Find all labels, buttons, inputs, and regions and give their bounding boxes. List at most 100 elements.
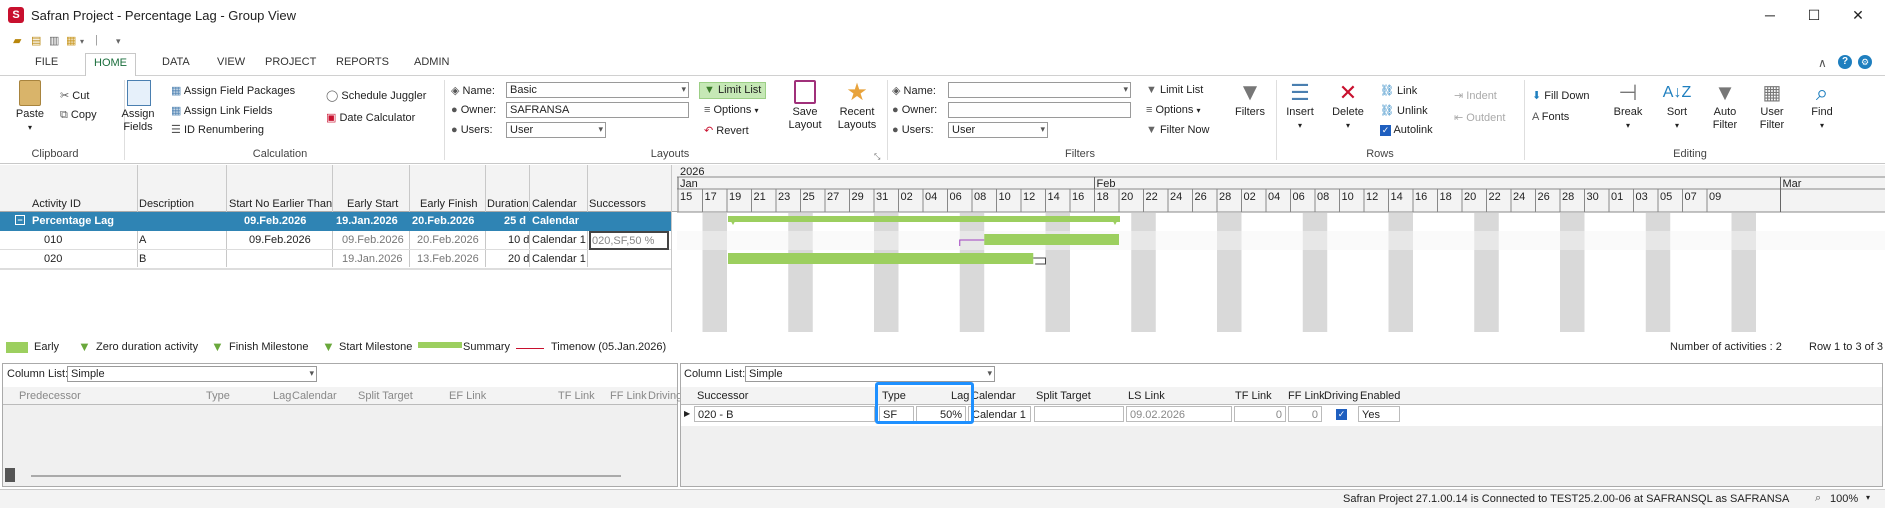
user-filter-button[interactable]: ▦ User Filter: [1752, 80, 1792, 132]
cell-calendar[interactable]: Calendar: [532, 215, 579, 227]
customize-qat-icon[interactable]: ▾: [116, 36, 121, 47]
assign-link-fields-button[interactable]: ▦ Assign Link Fields: [171, 104, 273, 117]
insert-button[interactable]: ☰ Insert ▾: [1280, 80, 1320, 132]
tab-file[interactable]: FILE: [35, 56, 58, 68]
succ-col-split-target[interactable]: Split Target: [1036, 390, 1091, 402]
driving-checkbox-checked-icon[interactable]: ✓: [1336, 409, 1347, 420]
col-activity-id[interactable]: Activity ID: [32, 198, 81, 210]
filter-limit-list-button[interactable]: ▼ Limit List: [1146, 84, 1203, 96]
succ-cell-ff-link[interactable]: 0: [1288, 406, 1322, 422]
col-calendar[interactable]: Calendar: [532, 198, 577, 210]
cell-duration[interactable]: 20 d: [508, 253, 529, 265]
cell-description[interactable]: A: [139, 234, 146, 246]
pred-scroll-thumb[interactable]: [5, 468, 15, 482]
succ-col-calendar[interactable]: Calendar: [971, 390, 1016, 402]
pred-col-predecessor[interactable]: Predecessor: [19, 390, 81, 402]
filter-users-select[interactable]: User ▾: [948, 122, 1048, 138]
outdent-button[interactable]: ⇤ Outdent: [1454, 111, 1505, 124]
cut-button[interactable]: ✂ Cut: [60, 89, 89, 102]
cell-duration[interactable]: 10 d: [508, 234, 529, 246]
filter-owner-field[interactable]: [948, 102, 1131, 118]
close-button[interactable]: ✕: [1844, 4, 1872, 26]
cell-activity-id[interactable]: 010: [44, 234, 62, 246]
cell-calendar[interactable]: Calendar 1: [532, 234, 586, 246]
unlink-button[interactable]: ⛓ Unlink: [1380, 104, 1428, 117]
find-button[interactable]: ⌕ Find ▾: [1802, 80, 1842, 132]
save-icon[interactable]: ▤: [31, 34, 41, 47]
col-early-finish[interactable]: Early Finish: [420, 198, 477, 210]
col-duration[interactable]: Duration: [487, 198, 529, 210]
filter-name-select[interactable]: ▾: [948, 82, 1131, 98]
tab-data[interactable]: DATA: [162, 56, 190, 68]
auto-filter-button[interactable]: ▼ Auto Filter: [1705, 80, 1745, 132]
zoom-dropdown-icon[interactable]: ▾: [1866, 493, 1870, 502]
cell-snet[interactable]: 09.Feb.2026: [244, 215, 306, 227]
autolink-checkbox[interactable]: ✓ Autolink: [1380, 124, 1433, 136]
table-row[interactable]: ▶ 020 - B SF 50% Calendar 1 09.02.2026 0…: [681, 406, 1411, 424]
export-icon[interactable]: ▦: [66, 34, 76, 47]
succ-column-list-select[interactable]: Simple ▾: [745, 366, 995, 382]
dialog-launcher-icon[interactable]: ⤡: [874, 152, 880, 162]
pred-column-list-select[interactable]: Simple ▾: [67, 366, 317, 382]
print-icon[interactable]: ▥: [49, 34, 59, 47]
open-folder-icon[interactable]: ▰: [13, 34, 21, 47]
cell-successors-selected[interactable]: 020,SF,50 %: [589, 231, 669, 250]
tab-admin[interactable]: ADMIN: [414, 56, 449, 68]
tab-project[interactable]: PROJECT: [265, 56, 316, 68]
col-snet[interactable]: Start No Earlier Than: [229, 198, 332, 210]
pred-col-calendar[interactable]: Calendar: [292, 390, 337, 402]
succ-cell-split-target[interactable]: [1034, 406, 1124, 422]
minimize-button[interactable]: ─: [1756, 4, 1784, 26]
col-successors[interactable]: Successors: [589, 198, 646, 210]
id-renumbering-button[interactable]: ☰ ID Renumbering: [171, 123, 264, 136]
pred-col-lag[interactable]: Lag: [273, 390, 291, 402]
indent-button[interactable]: ⇥ Indent: [1454, 89, 1497, 102]
layout-name-select[interactable]: Basic ▾: [506, 82, 689, 98]
succ-cell-calendar[interactable]: Calendar 1: [968, 406, 1031, 422]
layout-users-select[interactable]: User ▾: [506, 122, 606, 138]
cell-duration[interactable]: 25 d: [504, 215, 526, 227]
filters-button[interactable]: ▼ Filters: [1228, 80, 1272, 119]
cell-early-start[interactable]: 19.Jan.2026: [342, 253, 403, 265]
help-icon[interactable]: ?: [1838, 55, 1852, 69]
cell-description[interactable]: B: [139, 253, 146, 265]
collapse-ribbon-icon[interactable]: ∧: [1818, 56, 1827, 70]
cell-snet[interactable]: 09.Feb.2026: [249, 234, 311, 246]
maximize-button[interactable]: ☐: [1800, 4, 1828, 26]
tab-reports[interactable]: REPORTS: [336, 56, 389, 68]
recent-layouts-button[interactable]: ★ Recent Layouts: [830, 80, 884, 132]
pred-col-ff-link[interactable]: FF Link: [610, 390, 647, 402]
table-row-summary[interactable]: − Percentage Lag 09.Feb.2026 19.Jan.2026…: [0, 212, 671, 231]
cell-early-start[interactable]: 09.Feb.2026: [342, 234, 404, 246]
layout-limit-list-button[interactable]: ▼ Limit List: [699, 82, 767, 99]
layout-options-button[interactable]: ≡ Options ▾: [704, 104, 758, 116]
sort-button[interactable]: A↓Z Sort ▾: [1657, 80, 1697, 132]
delete-button[interactable]: ✕ Delete ▾: [1328, 80, 1368, 132]
pred-col-driving[interactable]: Driving: [648, 390, 682, 402]
succ-cell-successor[interactable]: 020 - B: [694, 406, 875, 422]
cell-calendar[interactable]: Calendar 1: [532, 253, 586, 265]
zoom-level[interactable]: 100%: [1830, 493, 1858, 505]
date-calculator-button[interactable]: ▣ Date Calculator: [326, 111, 415, 124]
gantt-chart[interactable]: 2026JanFebMarApr151719212325272931020406…: [677, 165, 1885, 332]
layout-owner-field[interactable]: SAFRANSA: [506, 102, 689, 118]
cell-early-finish[interactable]: 20.Feb.2026: [412, 215, 474, 227]
succ-col-successor[interactable]: Successor: [697, 390, 748, 402]
cell-early-finish[interactable]: 13.Feb.2026: [417, 253, 479, 265]
succ-col-ff-link[interactable]: FF Link: [1288, 390, 1325, 402]
succ-col-tf-link[interactable]: TF Link: [1235, 390, 1272, 402]
cell-early-start[interactable]: 19.Jan.2026: [336, 215, 398, 227]
qat-dropdown-icon[interactable]: ▾: [80, 37, 84, 46]
fonts-button[interactable]: A Fonts: [1532, 111, 1569, 123]
cell-activity-id[interactable]: Percentage Lag: [32, 215, 114, 227]
pred-col-type[interactable]: Type: [206, 390, 230, 402]
table-row[interactable]: 020 B 19.Jan.2026 13.Feb.2026 20 d Calen…: [0, 250, 671, 269]
paste-button[interactable]: Paste ▾: [10, 80, 50, 134]
succ-cell-tf-link[interactable]: 0: [1234, 406, 1286, 422]
succ-cell-ls-link[interactable]: 09.02.2026: [1126, 406, 1232, 422]
tab-home[interactable]: HOME: [85, 53, 136, 77]
succ-cell-enabled[interactable]: Yes: [1358, 406, 1400, 422]
pred-horizontal-scrollbar[interactable]: [31, 475, 621, 477]
collapse-icon[interactable]: −: [15, 215, 25, 225]
revert-button[interactable]: ↶ Revert: [704, 124, 749, 137]
